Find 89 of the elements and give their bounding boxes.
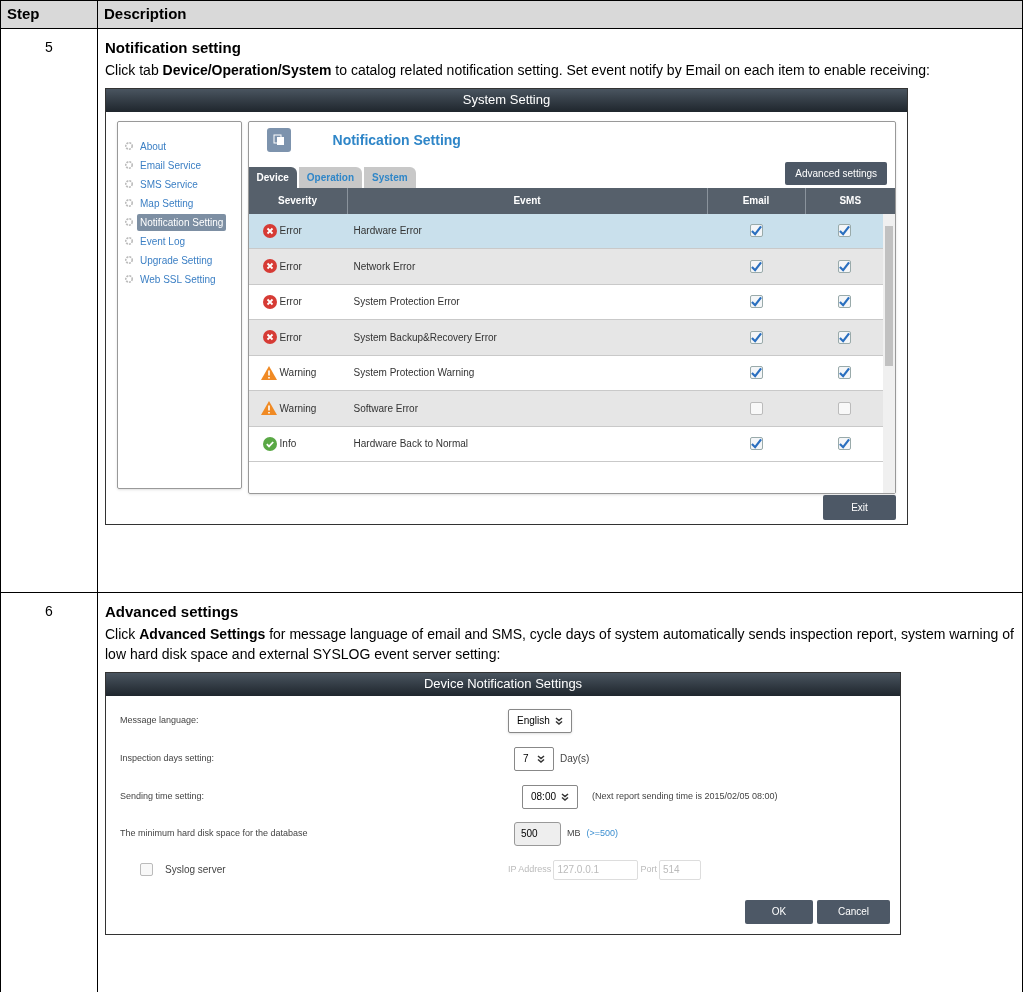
- field-label: IP Address: [508, 862, 552, 876]
- field-label: Sending time setting:: [120, 789, 206, 803]
- error-icon: [262, 294, 277, 309]
- checkbox[interactable]: [837, 259, 851, 273]
- double-chevron-icon: [561, 792, 569, 801]
- window-title: System Setting: [462, 91, 551, 110]
- checkbox[interactable]: [837, 401, 851, 415]
- error-icon: [262, 223, 277, 238]
- table-row[interactable]: Error Hardware Error: [248, 213, 883, 249]
- tab[interactable]: Device: [248, 166, 297, 188]
- sidebar-item[interactable]: Web SSL Setting: [137, 270, 219, 288]
- sidebar-item[interactable]: Map Setting: [137, 194, 197, 212]
- step-title: Notification setting: [105, 38, 242, 58]
- panel-heading: Notification Setting: [332, 130, 461, 150]
- double-chevron-icon: [555, 716, 563, 725]
- dialog-button[interactable]: Cancel: [817, 899, 890, 924]
- step-description: Click Advanced Settings for message language of email and SMS, cycle days of system automatically sends inspection report, system warning of low hard disk space and external SYSLOG event server setting:: [105, 624, 1015, 664]
- unit-label: MB: [567, 826, 581, 840]
- severity-label: Error: [279, 224, 303, 239]
- event-cell-text: System Protection Warning: [352, 366, 476, 381]
- checkbox-label: Syslog server: [165, 863, 226, 877]
- checkbox[interactable]: [750, 224, 764, 238]
- severity-label: Error: [279, 259, 303, 274]
- step-title: Advanced settings: [105, 602, 240, 622]
- sidebar-item[interactable]: Upgrade Setting: [137, 251, 216, 269]
- checkbox[interactable]: [837, 366, 851, 380]
- table-row[interactable]: Error Network Error: [248, 249, 883, 285]
- event-cell-text: System Protection Error: [352, 295, 461, 310]
- table-row[interactable]: Warning Software Error: [248, 391, 883, 427]
- table-row[interactable]: Error System Backup&Recovery Error: [248, 320, 883, 356]
- dropdown[interactable]: 08:00: [522, 784, 578, 809]
- column-header: Email: [707, 187, 806, 214]
- field-label: Inspection days setting:: [120, 751, 216, 765]
- checkbox[interactable]: [837, 437, 851, 451]
- field-label: Message language:: [120, 713, 200, 727]
- step-number: 5: [45, 38, 53, 57]
- advanced-settings-button[interactable]: Advanced settings: [785, 161, 887, 185]
- table-row[interactable]: Error System Protection Error: [248, 284, 883, 320]
- warning-icon: [260, 365, 277, 380]
- window-title: Device Notification Settings: [423, 675, 583, 694]
- severity-label: Warning: [279, 401, 318, 416]
- checkbox[interactable]: [750, 295, 764, 309]
- exit-button[interactable]: Exit: [823, 494, 896, 520]
- severity-label: Info: [279, 437, 298, 452]
- sidebar-item[interactable]: Event Log: [137, 232, 189, 250]
- checkbox[interactable]: [140, 863, 153, 876]
- step-number: 6: [45, 602, 53, 621]
- severity-label: Error: [279, 330, 303, 345]
- column-header: Event: [347, 187, 708, 214]
- column-header: SMS: [838, 194, 863, 208]
- unit-label: Day(s): [560, 752, 590, 766]
- event-cell-text: Network Error: [352, 259, 417, 274]
- step-description: Click tab Device/Operation/System to catalog related notification setting. Set event notify by Email on each item to enable receiving:: [105, 60, 931, 80]
- column-header: Step: [1, 1, 98, 29]
- sidebar-item[interactable]: Email Service: [137, 156, 205, 174]
- warning-icon: [260, 401, 277, 416]
- checkbox[interactable]: [750, 366, 764, 380]
- document-icon: [266, 128, 291, 152]
- checkbox[interactable]: [750, 401, 764, 415]
- checkbox[interactable]: [837, 295, 851, 309]
- checkbox[interactable]: [750, 259, 764, 273]
- sidebar-item[interactable]: About: [137, 137, 170, 155]
- event-cell-text: Hardware Error: [352, 224, 423, 239]
- check-circle-icon: [262, 436, 277, 451]
- event-cell-text: System Backup&Recovery Error: [352, 330, 498, 345]
- dropdown[interactable]: 7: [514, 746, 554, 771]
- min-value-hint: (>=500): [586, 826, 619, 840]
- field-label: Port: [640, 862, 657, 876]
- next-report-note: (Next report sending time is 2015/02/05 08:00): [592, 789, 778, 803]
- checkbox[interactable]: [750, 437, 764, 451]
- double-chevron-icon: [537, 754, 545, 763]
- dialog-button[interactable]: OK: [745, 899, 813, 924]
- event-cell-text: Hardware Back to Normal: [352, 437, 470, 452]
- dropdown[interactable]: English: [508, 708, 572, 733]
- error-icon: [262, 259, 277, 274]
- sidebar-item[interactable]: SMS Service: [137, 175, 201, 193]
- checkbox[interactable]: [837, 330, 851, 344]
- checkbox[interactable]: [837, 224, 851, 238]
- column-header: Description: [98, 1, 1023, 29]
- table-row[interactable]: Info Hardware Back to Normal: [248, 426, 883, 462]
- table-row[interactable]: Warning System Protection Warning: [248, 355, 883, 391]
- severity-label: Warning: [279, 366, 318, 381]
- event-cell-text: Software Error: [352, 401, 419, 416]
- disk-space-field[interactable]: 500: [514, 821, 561, 846]
- checkbox[interactable]: [750, 330, 764, 344]
- field-label: The minimum hard disk space for the database: [120, 826, 309, 840]
- column-header: Severity: [248, 187, 348, 214]
- error-icon: [262, 330, 277, 345]
- severity-label: Error: [279, 295, 303, 310]
